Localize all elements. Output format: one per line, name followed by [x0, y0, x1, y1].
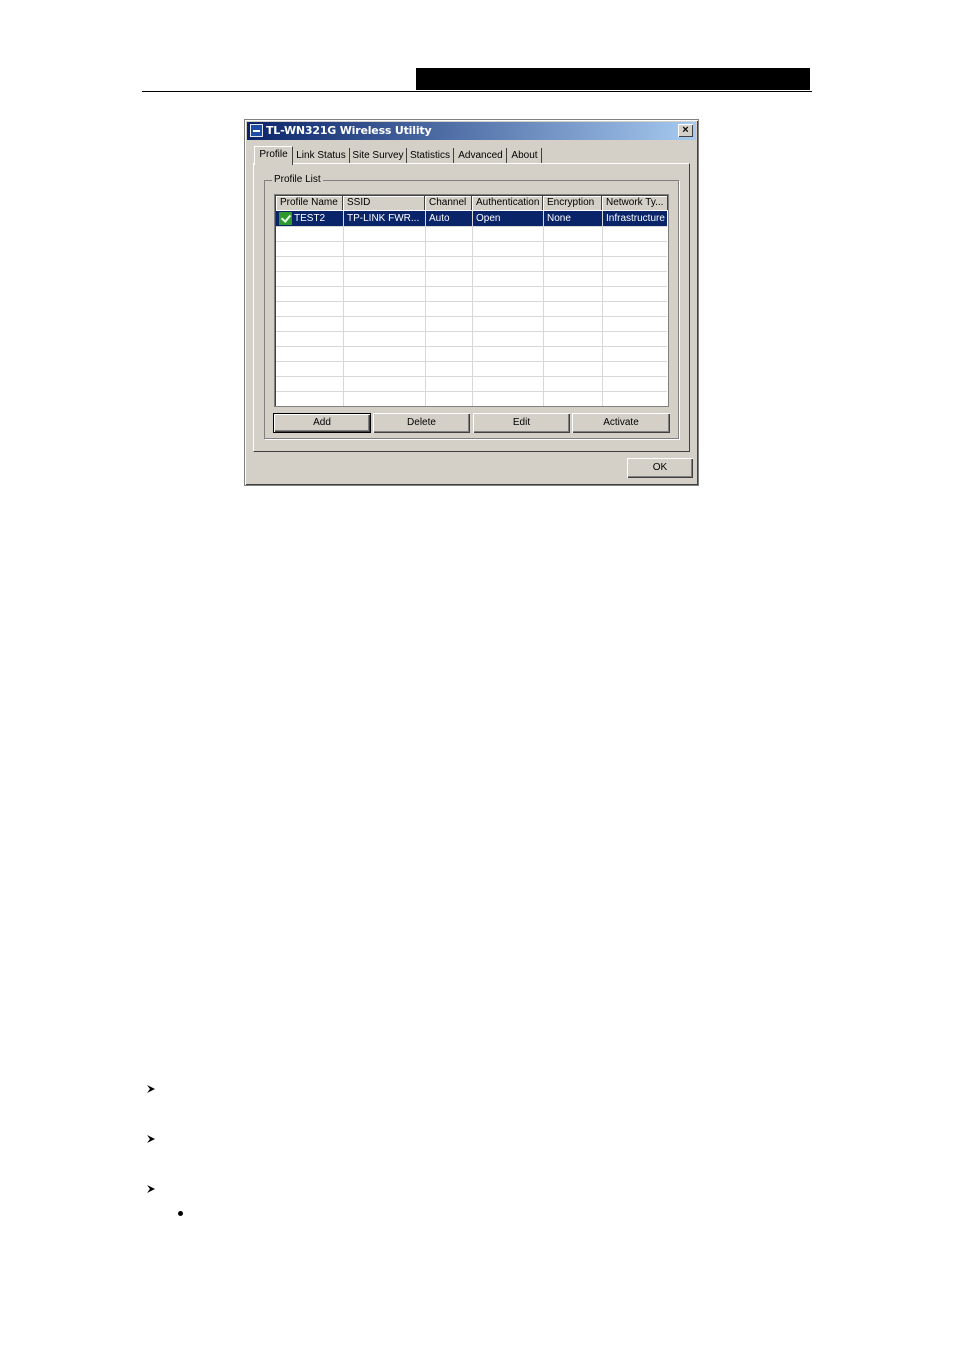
column-header-encryption[interactable]: Encryption — [543, 196, 602, 210]
delete-button[interactable]: Delete — [373, 413, 470, 433]
tab-profile[interactable]: Profile — [254, 146, 293, 165]
profile-list-label: Profile List — [272, 174, 323, 185]
tab-advanced[interactable]: Advanced — [455, 148, 507, 163]
column-header-authentication[interactable]: Authentication — [472, 196, 543, 210]
gridline-horizontal — [276, 406, 667, 407]
cell-network-type: Infrastructure — [606, 213, 665, 224]
gridline-vertical — [602, 211, 603, 406]
column-header-network-type[interactable]: Network Ty... — [602, 196, 668, 210]
column-header-profile-name[interactable]: Profile Name — [276, 196, 343, 210]
cell-channel: Auto — [429, 213, 450, 224]
gridline-vertical — [425, 211, 426, 406]
arrow-bullet-icon — [147, 1085, 155, 1093]
cell-encryption: None — [547, 213, 571, 224]
arrow-bullet-icon — [147, 1135, 155, 1143]
check-icon — [279, 212, 292, 225]
profile-list[interactable]: Profile Name SSID Channel Authentication… — [274, 194, 669, 407]
cell-ssid: TP-LINK FWR... — [347, 213, 420, 224]
gridline-vertical — [543, 211, 544, 406]
profile-name-value: TEST2 — [294, 213, 326, 224]
dot-bullet-icon — [178, 1211, 183, 1216]
utility-window: TL-WN321G Wireless Utility × Profile Lin… — [244, 119, 699, 486]
close-icon: × — [682, 124, 689, 136]
ok-button[interactable]: OK — [627, 458, 693, 478]
edit-button[interactable]: Edit — [473, 413, 570, 433]
close-button[interactable]: × — [678, 124, 693, 137]
arrow-bullet-icon — [147, 1185, 155, 1193]
tab-link-status[interactable]: Link Status — [293, 148, 350, 163]
title-bar[interactable]: TL-WN321G Wireless Utility × — [247, 122, 696, 140]
header-rule — [142, 91, 812, 92]
add-button[interactable]: Add — [273, 413, 371, 433]
cell-profile-name: TEST2 — [276, 211, 343, 226]
tab-about[interactable]: About — [508, 148, 542, 163]
gridline-vertical — [472, 211, 473, 406]
tab-site-survey[interactable]: Site Survey — [350, 148, 407, 163]
cell-authentication: Open — [476, 213, 501, 224]
gridline-vertical — [343, 211, 344, 406]
tab-statistics[interactable]: Statistics — [407, 148, 454, 163]
header-black-bar — [416, 68, 810, 90]
column-header-ssid[interactable]: SSID — [343, 196, 425, 210]
column-header-channel[interactable]: Channel — [425, 196, 472, 210]
window-title: TL-WN321G Wireless Utility — [266, 124, 432, 137]
app-icon — [250, 124, 263, 137]
activate-button[interactable]: Activate — [572, 413, 670, 433]
